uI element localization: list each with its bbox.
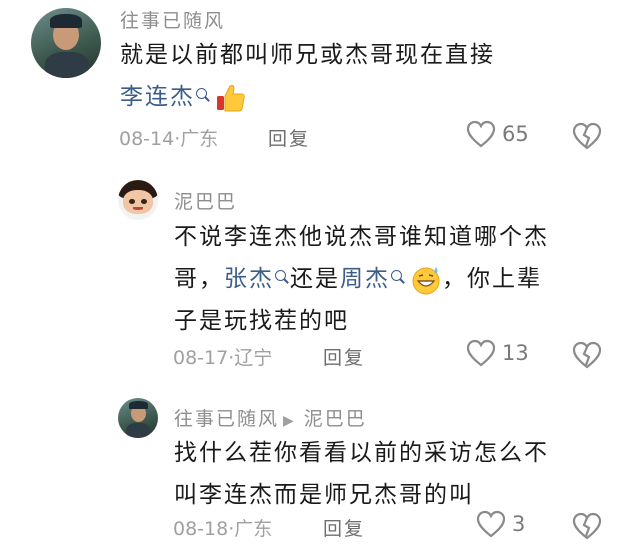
comment-date: 08-14 <box>119 128 175 150</box>
dislike-button[interactable] <box>572 341 602 373</box>
search-icon <box>391 270 402 281</box>
heart-outline-icon <box>466 120 496 148</box>
comment-username[interactable]: 泥巴巴 <box>174 187 237 214</box>
reply-author[interactable]: 往事已随风 <box>174 408 279 430</box>
broken-heart-icon <box>572 122 602 150</box>
triangle-right-icon: ▶ <box>283 413 296 429</box>
search-icon <box>196 88 207 99</box>
comment-text: 就是以前都叫师兄或杰哥现在直接 李连杰 <box>120 34 495 118</box>
avatar[interactable] <box>118 180 158 220</box>
like-count: 3 <box>512 512 526 536</box>
heart-outline-icon <box>476 510 506 538</box>
like-button[interactable]: 65 <box>466 120 529 148</box>
comment-meta: 08-14·广东 <box>119 128 219 150</box>
grin-sweat-emoji-icon <box>412 266 440 294</box>
dislike-button[interactable] <box>572 122 602 154</box>
comment-text: 不说李连杰他说杰哥谁知道哪个杰 哥，张杰 还是周杰 ，你上辈 子是玩找茬的吧 <box>174 224 549 334</box>
heart-outline-icon <box>466 339 496 367</box>
reply-button[interactable]: 回复 <box>323 514 365 541</box>
comment-username[interactable]: 往事已随风 <box>120 6 225 33</box>
dislike-button[interactable] <box>572 512 602 544</box>
mention-link[interactable]: 周杰 <box>340 266 390 292</box>
comment-item: 泥巴巴 不说李连杰他说杰哥谁知道哪个杰 哥，张杰 还是周杰 ，你上辈 子是玩找茬的… <box>0 175 640 385</box>
mention-link[interactable]: 李连杰 <box>120 84 195 110</box>
avatar[interactable] <box>31 8 101 78</box>
broken-heart-icon <box>572 512 602 540</box>
thumbs-up-icon <box>217 84 245 111</box>
comment-item: 往事已随风 ▶ 泥巴巴 找什么茬你看看以前的采访怎么不 叫李连杰而是师兄杰哥的叫 0… <box>0 390 640 540</box>
comment-text: 找什么茬你看看以前的采访怎么不 叫李连杰而是师兄杰哥的叫 <box>174 440 549 508</box>
search-icon <box>275 270 286 281</box>
comment-username: 往事已随风 ▶ 泥巴巴 <box>174 404 367 431</box>
comment-date: 08-17 <box>173 347 229 369</box>
comment-item: 往事已随风 就是以前都叫师兄或杰哥现在直接 李连杰 08-14·广东 回复 65 <box>0 0 640 160</box>
mention-link[interactable]: 张杰 <box>224 266 274 292</box>
reply-button[interactable]: 回复 <box>268 124 310 151</box>
comment-location: 辽宁 <box>234 347 273 369</box>
like-button[interactable]: 13 <box>466 339 529 367</box>
comment-meta: 08-18·广东 <box>173 518 273 540</box>
comment-meta: 08-17·辽宁 <box>173 347 273 369</box>
broken-heart-icon <box>572 341 602 369</box>
reply-button[interactable]: 回复 <box>323 343 365 370</box>
like-count: 65 <box>502 122 529 146</box>
comment-location: 广东 <box>180 128 219 150</box>
avatar[interactable] <box>118 398 158 438</box>
reply-target[interactable]: 泥巴巴 <box>304 408 367 430</box>
like-button[interactable]: 3 <box>476 510 525 538</box>
comment-location: 广东 <box>234 518 273 540</box>
comment-date: 08-18 <box>173 518 229 540</box>
like-count: 13 <box>502 341 529 365</box>
